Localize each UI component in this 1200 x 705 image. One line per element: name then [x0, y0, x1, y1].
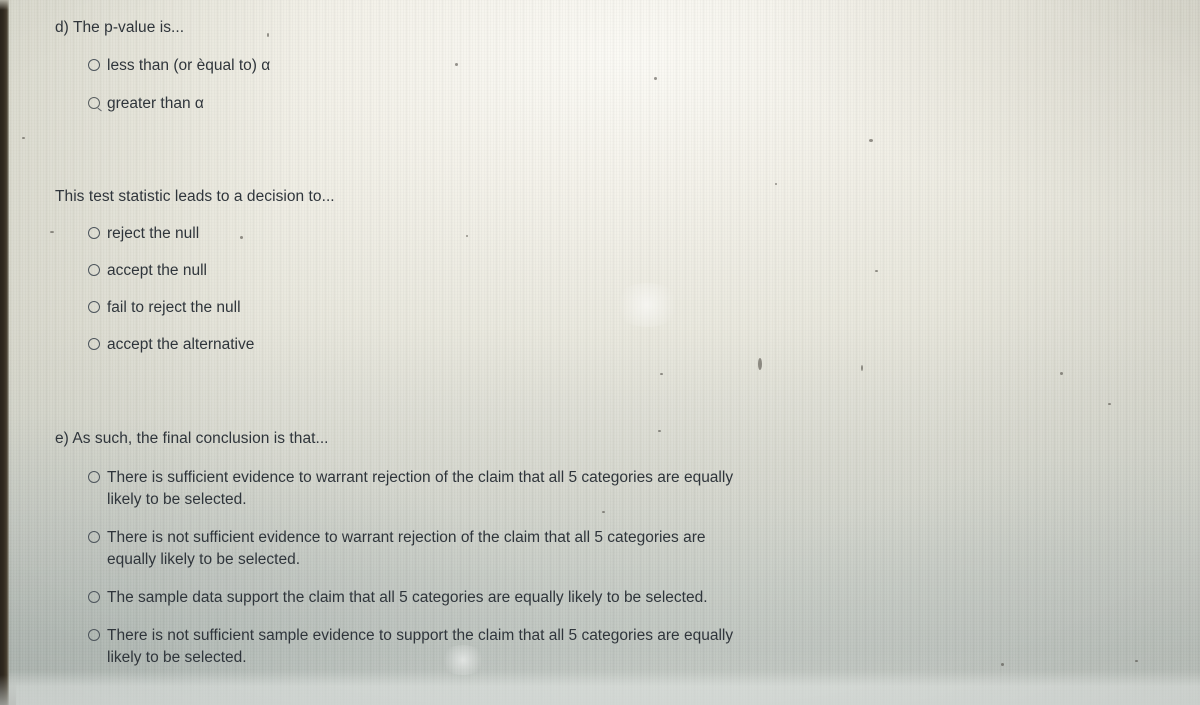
option-label: There is not sufficient sample evidence … [107, 625, 733, 669]
option-label: accept the alternative [107, 336, 255, 353]
option-label: less than (or èqual to) α [107, 57, 271, 74]
option-label-line2: likely to be selected. [107, 649, 247, 666]
option-label: reject the null [107, 225, 200, 242]
radio-button-icon[interactable] [88, 301, 100, 313]
option-e-sufficient-evidence-reject[interactable]: There is sufficient evidence to warrant … [88, 467, 733, 511]
radio-button-icon[interactable] [88, 59, 100, 71]
option-label-line1: There is not sufficient evidence to warr… [107, 529, 706, 546]
option-group-e: There is sufficient evidence to warrant … [55, 467, 733, 669]
option-label-line1: There is not sufficient sample evidence … [107, 627, 734, 644]
radio-button-icon[interactable] [88, 471, 100, 483]
radio-button-icon[interactable] [88, 591, 100, 603]
option-e-not-sufficient-evidence-reject[interactable]: There is not sufficient evidence to warr… [88, 527, 733, 571]
option-e-not-sufficient-sample-evidence[interactable]: There is not sufficient sample evidence … [88, 625, 733, 669]
radio-button-icon[interactable] [88, 227, 100, 239]
option-label-line1: The sample data support the claim that a… [107, 589, 708, 606]
option-group-decision: reject the null accept the null fail to … [55, 223, 335, 356]
option-decision-reject-null[interactable]: reject the null [88, 223, 335, 245]
radio-button-icon[interactable] [88, 264, 100, 276]
question-block-decision: This test statistic leads to a decision … [55, 186, 335, 356]
question-prompt-decision: This test statistic leads to a decision … [55, 188, 335, 205]
option-label-line2: equally likely to be selected. [107, 551, 301, 568]
radio-button-icon[interactable] [88, 531, 100, 543]
option-label: fail to reject the null [107, 299, 241, 316]
option-decision-accept-alternative[interactable]: accept the alternative [88, 334, 335, 356]
option-label: greater than α [107, 95, 204, 112]
option-label: The sample data support the claim that a… [107, 587, 708, 609]
option-d-less-than[interactable]: less than (or èqual to) α [88, 55, 270, 77]
option-label: There is not sufficient evidence to warr… [107, 527, 706, 571]
option-label: accept the null [107, 262, 207, 279]
question-prompt-d: d) The p-value is... [55, 19, 185, 36]
option-decision-fail-to-reject-null[interactable]: fail to reject the null [88, 297, 335, 319]
radio-button-icon[interactable] [88, 629, 100, 641]
question-form: d) The p-value is... less than (or èqual… [0, 0, 1200, 705]
option-e-sample-data-support[interactable]: The sample data support the claim that a… [88, 587, 733, 609]
radio-button-icon[interactable] [88, 97, 100, 109]
question-block-d: d) The p-value is... less than (or èqual… [55, 17, 270, 115]
option-decision-accept-null[interactable]: accept the null [88, 260, 335, 282]
option-label-line2: likely to be selected. [107, 491, 247, 508]
radio-button-icon[interactable] [88, 338, 100, 350]
question-prompt-e: e) As such, the final conclusion is that… [55, 430, 329, 447]
option-group-d: less than (or èqual to) α greater than α [55, 55, 270, 115]
question-block-e: e) As such, the final conclusion is that… [55, 428, 733, 669]
option-label-line1: There is sufficient evidence to warrant … [107, 469, 734, 486]
screenshot-root: d) The p-value is... less than (or èqual… [0, 0, 1200, 705]
option-d-greater-than[interactable]: greater than α [88, 93, 270, 115]
option-label: There is sufficient evidence to warrant … [107, 467, 733, 511]
